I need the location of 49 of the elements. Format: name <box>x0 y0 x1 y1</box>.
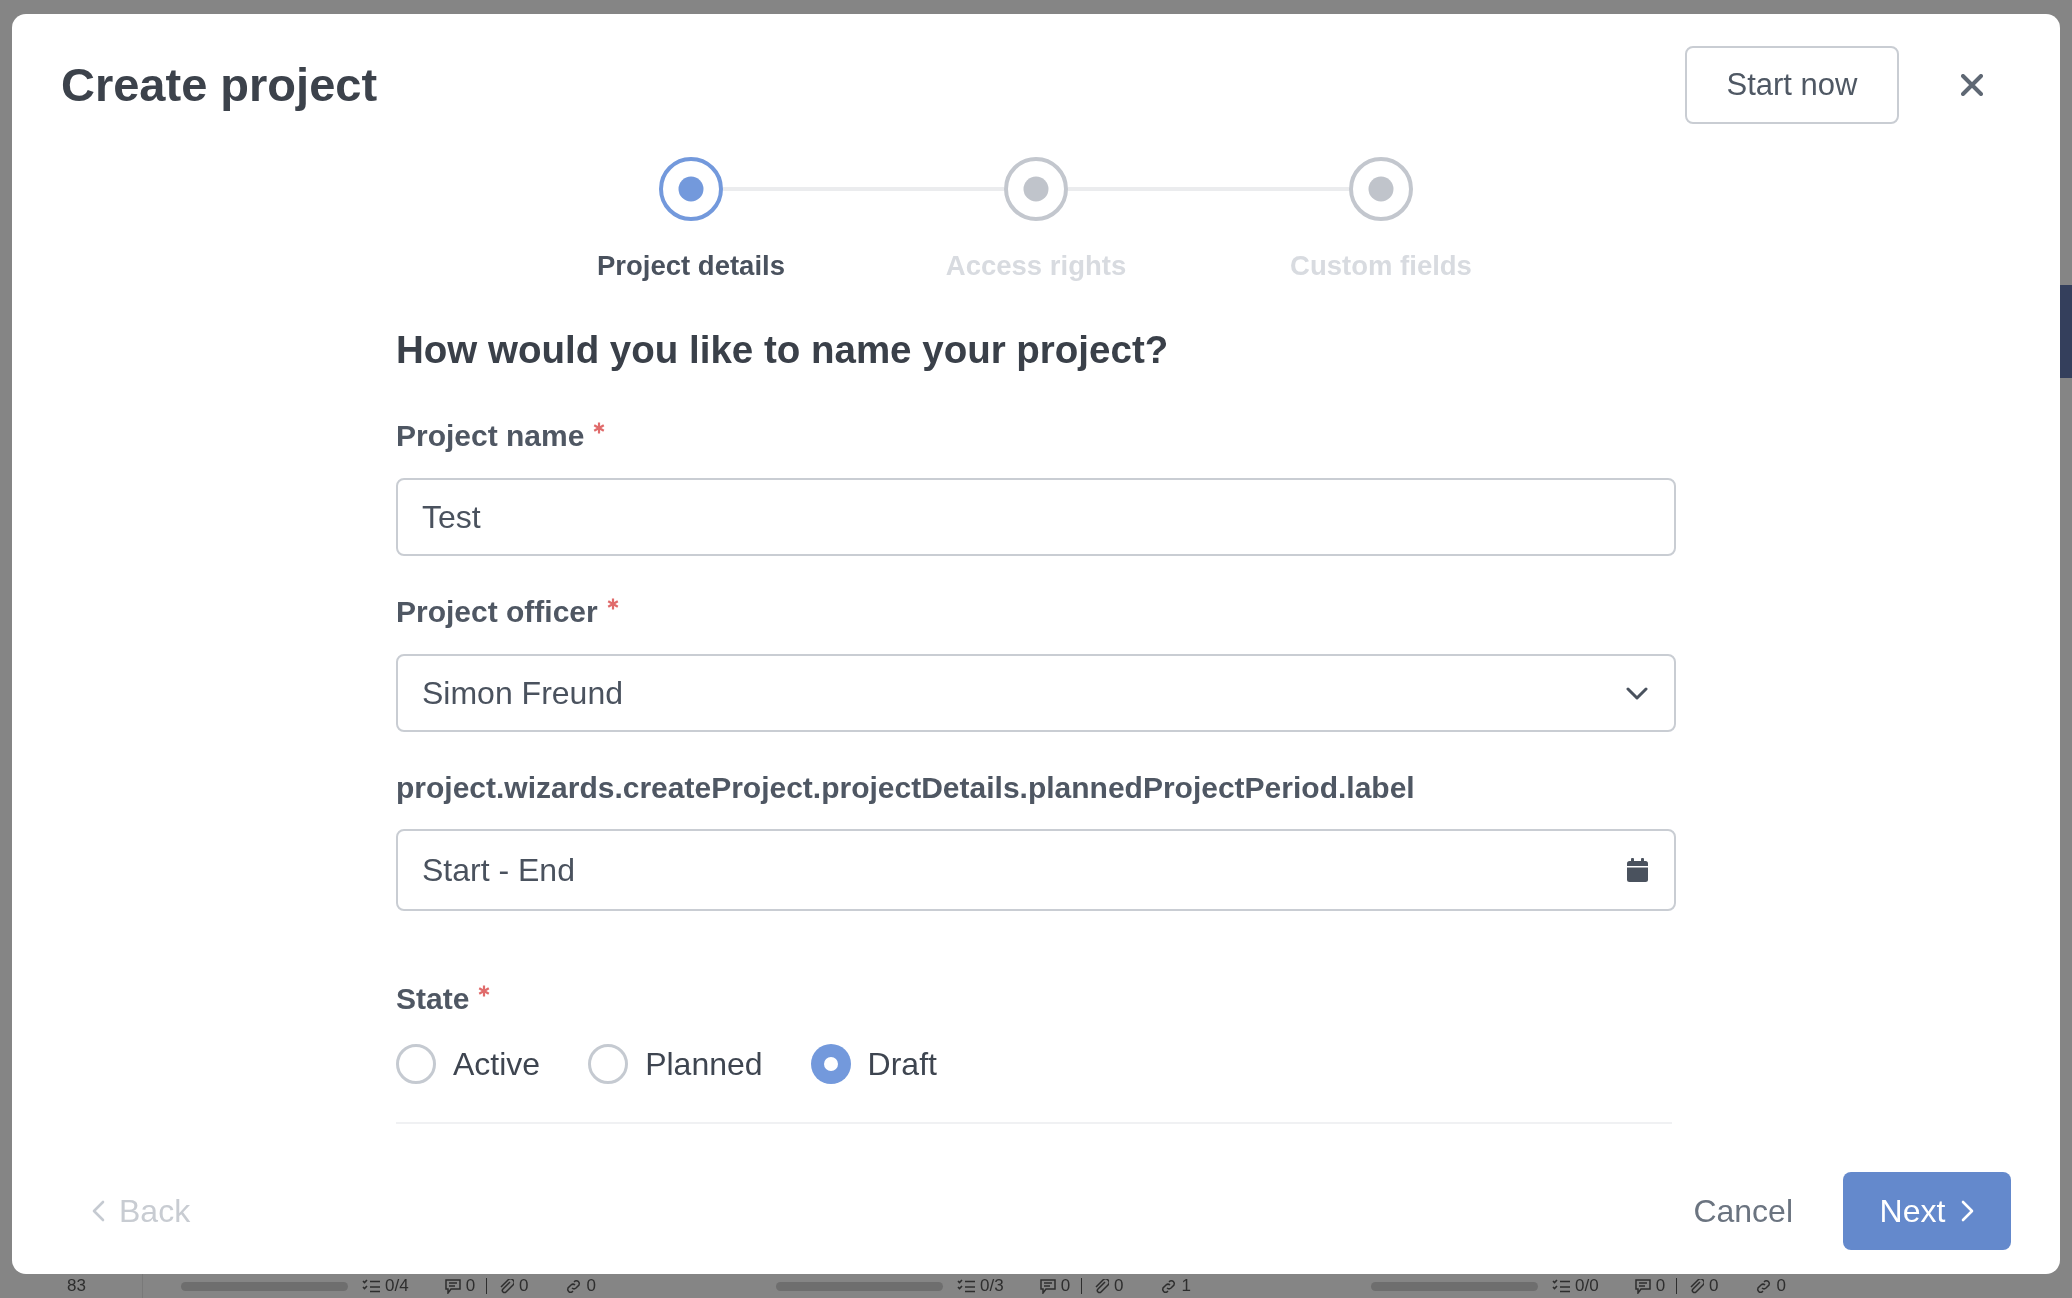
link-icon <box>564 1278 582 1294</box>
field-label: project.wizards.createProject.projectDetails.plannedProjectPeriod.label <box>396 770 1415 806</box>
close-icon[interactable] <box>1961 74 1983 96</box>
checklist-icon <box>957 1279 975 1293</box>
paperclip-icon <box>1093 1278 1110 1294</box>
attachment-count: 0 <box>519 1276 529 1296</box>
next-button[interactable]: Next <box>1843 1172 2011 1250</box>
chevron-left-icon <box>92 1200 105 1222</box>
checklist-count: 0/3 <box>980 1276 1004 1296</box>
link-count: 0 <box>586 1276 597 1296</box>
checklist-icon <box>362 1279 380 1293</box>
radio-option[interactable]: Draft <box>810 1044 937 1084</box>
date-range-field[interactable]: Start - End <box>396 829 1676 911</box>
dropdown-select[interactable]: Simon Freund <box>396 654 1676 732</box>
comment-count: 0 <box>1655 1276 1666 1296</box>
radio-icon[interactable] <box>810 1044 851 1084</box>
field-label: Project name <box>396 418 585 454</box>
link-icon <box>1754 1278 1772 1294</box>
radio-option[interactable]: Active <box>396 1044 541 1084</box>
chevron-down-icon <box>1626 686 1648 700</box>
link-icon <box>1159 1278 1177 1294</box>
comment-count: 0 <box>1060 1276 1071 1296</box>
link-count: 0 <box>1776 1276 1787 1296</box>
paperclip-icon <box>498 1278 515 1294</box>
checklist-count: 0/0 <box>1575 1276 1599 1296</box>
attachment-count: 0 <box>1114 1276 1124 1296</box>
chevron-right-icon <box>1961 1200 1975 1222</box>
comment-icon <box>444 1278 461 1294</box>
comment-icon <box>1039 1278 1056 1294</box>
field-label: State <box>396 981 470 1017</box>
calendar-icon <box>1627 858 1648 882</box>
comment-icon <box>1634 1278 1651 1294</box>
cancel-button[interactable]: Cancel <box>1693 1192 1793 1230</box>
radio-icon[interactable] <box>396 1044 436 1084</box>
radio-option[interactable]: Planned <box>588 1044 763 1084</box>
attachment-count: 0 <box>1709 1276 1719 1296</box>
step-label: Project details <box>597 250 785 282</box>
link-count: 1 <box>1181 1276 1192 1296</box>
start-button[interactable]: Start now <box>1685 46 1899 124</box>
row-number: 83 <box>67 1276 86 1296</box>
text-input-field[interactable]: Test <box>396 478 1676 556</box>
field-label: Project officer <box>396 594 598 630</box>
checklist-icon <box>1552 1279 1570 1293</box>
paperclip-icon <box>1688 1278 1705 1294</box>
question-heading: How would you like to name your project? <box>396 328 1170 372</box>
comment-count: 0 <box>465 1276 476 1296</box>
radio-icon[interactable] <box>588 1044 629 1084</box>
dialog-title: Create project <box>61 57 379 113</box>
checklist-count: 0/4 <box>385 1276 409 1296</box>
